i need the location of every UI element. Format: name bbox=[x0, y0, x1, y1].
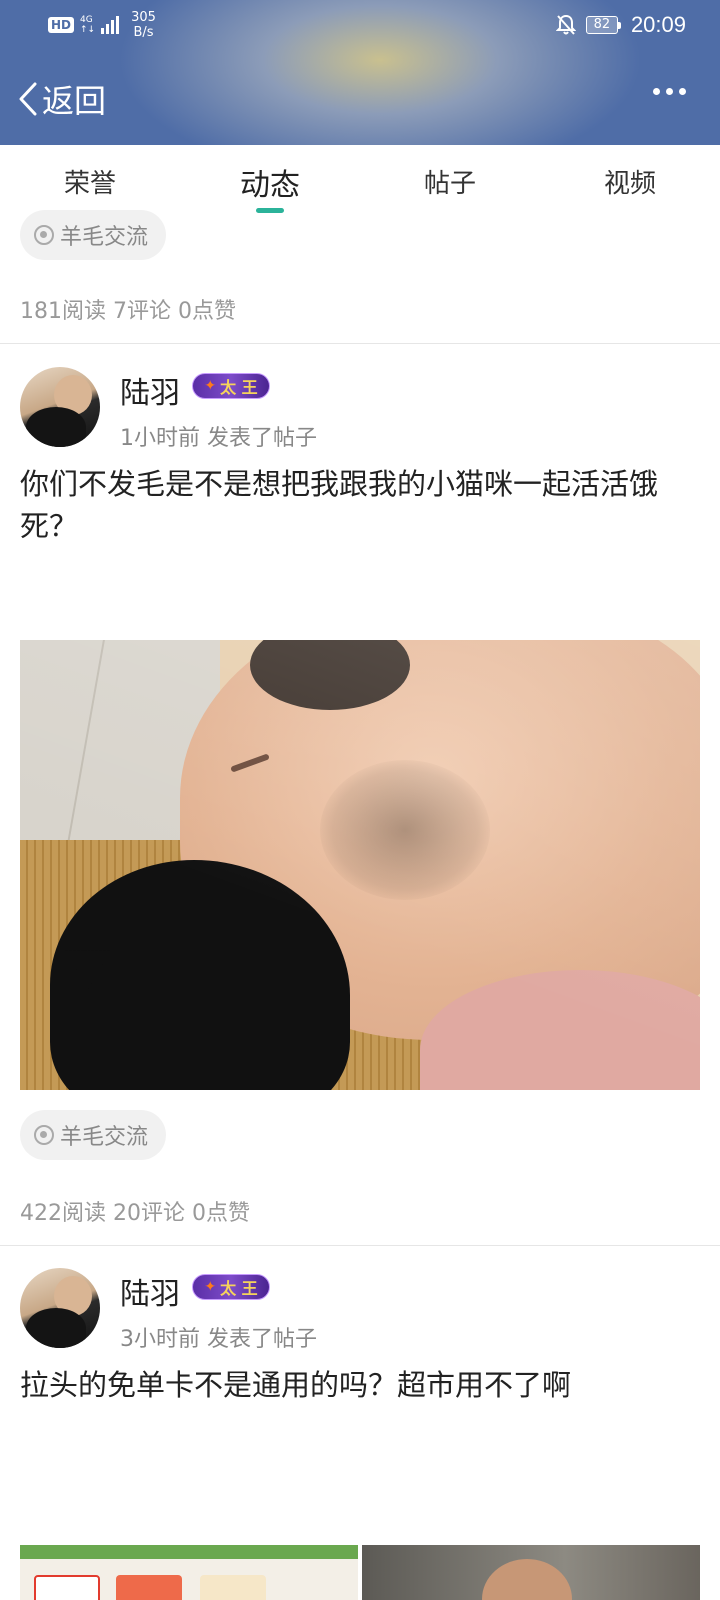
divider bbox=[0, 1245, 720, 1246]
network-activity-icon: ↑↓ bbox=[80, 25, 96, 35]
post-stats: 181阅读 7评论 0点赞 bbox=[20, 299, 236, 324]
level-badge-label: 太 王 bbox=[220, 1279, 258, 1298]
signal-icon bbox=[101, 16, 120, 34]
network-type: 4G ↑↓ bbox=[80, 15, 95, 35]
post-image-row bbox=[20, 1545, 700, 1600]
username[interactable]: 陆羽 bbox=[120, 1269, 180, 1313]
header: HD 4G ↑↓ 305 B/s 82 20:09 返回 bbox=[0, 0, 720, 145]
post-image[interactable] bbox=[20, 640, 700, 1090]
status-bar: HD 4G ↑↓ 305 B/s 82 20:09 bbox=[0, 0, 720, 48]
topic-icon bbox=[34, 1125, 54, 1145]
topic-icon bbox=[34, 225, 54, 245]
post-meta: 3小时前 发表了帖子 bbox=[120, 1327, 317, 1352]
status-left: HD 4G ↑↓ 305 B/s bbox=[48, 10, 156, 40]
back-label: 返回 bbox=[42, 82, 107, 120]
clock: 20:09 bbox=[630, 12, 686, 37]
status-right: 82 20:09 bbox=[555, 12, 686, 38]
profile-tabs: 荣誉 动态 帖子 视频 bbox=[0, 145, 720, 215]
level-badge-label: 太 王 bbox=[220, 378, 258, 397]
tab-activity[interactable]: 动态 bbox=[210, 160, 330, 204]
post-text[interactable]: 你们不发毛是不是想把我跟我的小猫咪一起活活饿死？ bbox=[20, 463, 690, 547]
speed-unit: B/s bbox=[133, 25, 154, 40]
back-button[interactable]: 返回 bbox=[18, 76, 106, 122]
hd-badge: HD bbox=[48, 17, 75, 33]
topic-tag-label: 羊毛交流 bbox=[60, 1125, 149, 1150]
topic-tag[interactable]: 羊毛交流 bbox=[20, 210, 166, 260]
avatar[interactable] bbox=[20, 1268, 100, 1348]
battery-level: 82 bbox=[585, 16, 618, 34]
flame-icon: ✦ bbox=[204, 1279, 217, 1295]
mute-bell-icon bbox=[555, 14, 576, 35]
username[interactable]: 陆羽 bbox=[120, 368, 180, 412]
divider bbox=[0, 343, 720, 344]
battery-icon: 82 bbox=[585, 16, 621, 34]
level-badge: ✦ 太 王 bbox=[192, 373, 270, 399]
post-stats: 422阅读 20评论 0点赞 bbox=[20, 1201, 250, 1226]
topic-tag-label: 羊毛交流 bbox=[60, 225, 149, 250]
more-dots-icon[interactable] bbox=[653, 88, 686, 95]
tab-videos[interactable]: 视频 bbox=[570, 163, 690, 200]
tab-posts[interactable]: 帖子 bbox=[390, 163, 510, 200]
post-meta: 1小时前 发表了帖子 bbox=[120, 426, 317, 451]
post-image[interactable] bbox=[20, 1545, 358, 1600]
tab-honor[interactable]: 荣誉 bbox=[30, 163, 150, 200]
post-text[interactable]: 拉头的免单卡不是通用的吗？超市用不了啊 bbox=[20, 1364, 690, 1406]
post-image[interactable] bbox=[362, 1545, 700, 1600]
nav-bar: 返回 bbox=[0, 70, 720, 126]
network-type-label: 4G bbox=[80, 15, 93, 25]
speed-value: 305 bbox=[131, 10, 156, 25]
chevron-left-icon bbox=[19, 82, 37, 116]
avatar[interactable] bbox=[20, 367, 100, 447]
network-speed: 305 B/s bbox=[131, 10, 156, 40]
active-tab-indicator bbox=[256, 208, 284, 213]
topic-tag[interactable]: 羊毛交流 bbox=[20, 1110, 166, 1160]
level-badge: ✦ 太 王 bbox=[192, 1274, 270, 1300]
flame-icon: ✦ bbox=[204, 378, 217, 394]
